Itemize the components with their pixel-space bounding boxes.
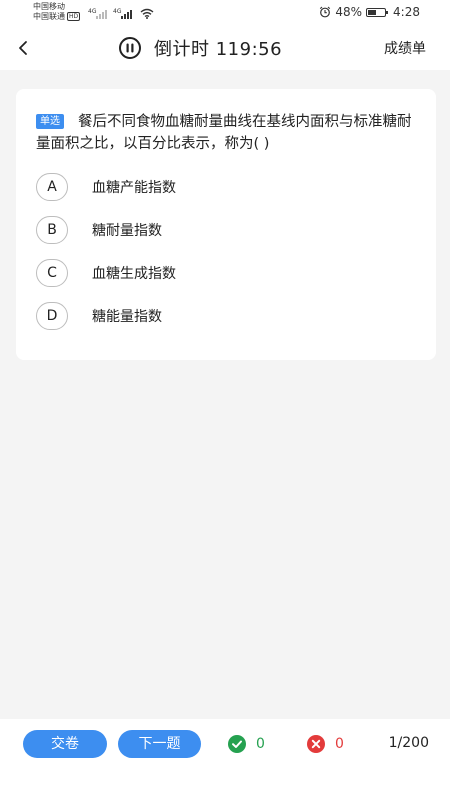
timer-title: 倒计时 119:56: [118, 36, 282, 60]
carrier-1: 中国移动: [33, 2, 65, 11]
x-circle-icon: [307, 735, 325, 753]
correct-count: 0: [228, 735, 265, 753]
header: 倒计时 119:56 成绩单: [0, 26, 450, 70]
question-type-badge: 单选: [36, 114, 64, 129]
option-c[interactable]: C 血糖生成指数: [36, 259, 416, 289]
option-letter: A: [36, 173, 68, 201]
status-right: 48% 4:28: [319, 4, 420, 20]
wrong-count: 0: [307, 735, 344, 753]
wrong-count-value: 0: [335, 736, 344, 752]
chevron-left-icon[interactable]: [14, 36, 34, 60]
option-b[interactable]: B 糖耐量指数: [36, 216, 416, 246]
question-progress: 1/200: [388, 735, 429, 751]
status-bar: 中国移动 中国联通 HD 4G 4G 48% 4:28: [0, 0, 450, 26]
option-letter: D: [36, 302, 68, 330]
submit-exam-button[interactable]: 交卷: [23, 730, 107, 758]
option-letter: C: [36, 259, 68, 287]
battery-icon: [366, 7, 389, 17]
option-a[interactable]: A 血糖产能指数: [36, 173, 416, 203]
pause-icon[interactable]: [118, 36, 142, 60]
signal-icon: 4G: [88, 8, 107, 19]
option-text: 糖耐量指数: [92, 223, 162, 239]
exam-screen: 中国移动 中国联通 HD 4G 4G 48% 4:28 倒计时 119:56 成…: [0, 0, 450, 800]
carrier-2: 中国联通: [33, 12, 65, 21]
next-question-button[interactable]: 下一题: [118, 730, 201, 758]
network-type-2: 4G: [113, 8, 122, 15]
battery-level: [368, 9, 376, 15]
question-text: 餐后不同食物血糖耐量曲线在基线内面积与标准糖耐量面积之比，以百分比表示，称为( …: [36, 114, 412, 152]
carrier-info: 中国移动 中国联通 HD: [33, 2, 81, 22]
option-text: 血糖产能指数: [92, 180, 176, 196]
option-text: 糖能量指数: [92, 309, 162, 325]
option-text: 血糖生成指数: [92, 266, 176, 282]
network-type-1: 4G: [88, 8, 97, 15]
alarm-icon: [320, 6, 331, 18]
signal-indicators: 4G 4G: [88, 5, 154, 19]
battery-percent: 48%: [335, 5, 363, 19]
option-letter: B: [36, 216, 68, 244]
correct-count-value: 0: [256, 736, 265, 752]
report-card-link[interactable]: 成绩单: [384, 38, 426, 58]
question-card: 单选 餐后不同食物血糖耐量曲线在基线内面积与标准糖耐量面积之比，以百分比表示，称为…: [16, 89, 436, 360]
check-circle-icon: [228, 735, 246, 753]
bottom-bar: 交卷 下一题 0 0 1/200: [0, 719, 450, 800]
countdown-timer: 倒计时 119:56: [154, 39, 283, 60]
signal-icon: 4G: [113, 8, 132, 19]
hd-badge: HD: [67, 12, 81, 21]
question-stem: 单选 餐后不同食物血糖耐量曲线在基线内面积与标准糖耐量面积之比，以百分比表示，称为…: [36, 111, 418, 155]
wifi-icon: [140, 8, 154, 19]
clock: 4:28: [393, 5, 420, 19]
option-d[interactable]: D 糖能量指数: [36, 302, 416, 332]
